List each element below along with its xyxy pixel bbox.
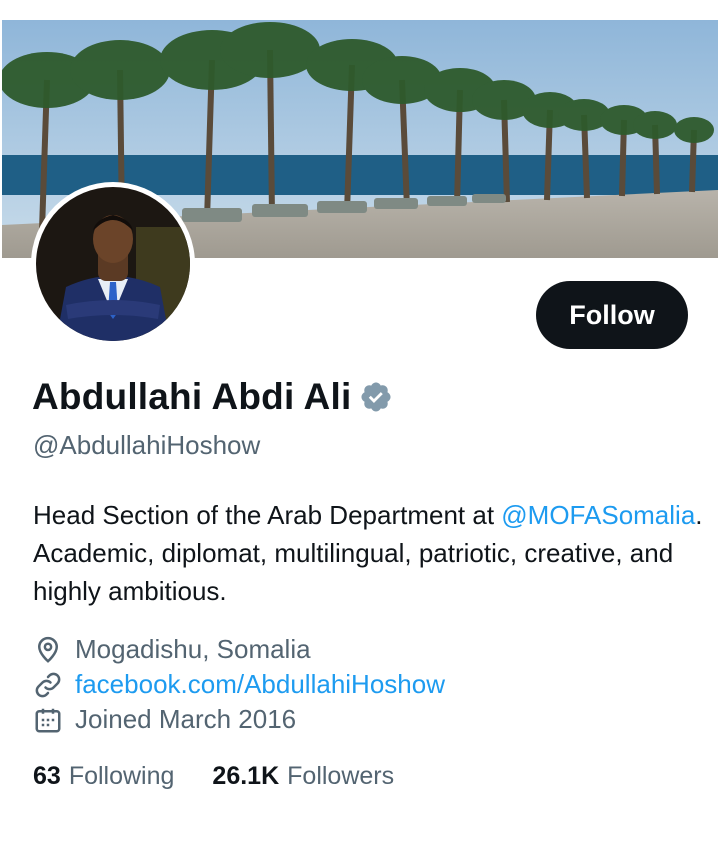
verified-badge-icon[interactable] [359, 380, 393, 414]
display-name: Abdullahi Abdi Ali [32, 376, 352, 417]
website-link[interactable]: facebook.com/AbdullahiHoshow [75, 669, 445, 700]
website-row: facebook.com/AbdullahiHoshow [33, 669, 445, 700]
joined-date: Joined March 2016 [75, 704, 297, 734]
calendar-icon [35, 708, 61, 732]
profile-handle: @AbdullahiHoshow [33, 430, 261, 460]
bio-mention-link[interactable]: @MOFASomalia [501, 500, 695, 530]
follow-button[interactable]: Follow [536, 281, 688, 349]
followers-label: Followers [287, 762, 395, 790]
followers-count: 26.1K [212, 762, 280, 790]
following-count: 63 [33, 762, 61, 790]
profile-avatar[interactable] [31, 182, 195, 346]
followers-link[interactable]: 26.1K Followers [212, 762, 394, 791]
follow-stats: 63 Following 26.1K Followers [33, 762, 432, 791]
location-text: Mogadishu, Somalia [75, 634, 311, 664]
following-label: Following [68, 762, 175, 790]
following-link[interactable]: 63 Following [33, 762, 174, 791]
profile-bio: Head Section of the Arab Department at @… [33, 496, 703, 610]
joined-row: Joined March 2016 [33, 704, 296, 735]
bio-text: Head Section of the Arab Department at [33, 500, 502, 530]
link-icon [35, 672, 61, 697]
location-row: Mogadishu, Somalia [33, 634, 311, 665]
location-pin-icon [37, 636, 59, 663]
name-row: Abdullahi Abdi Ali [32, 376, 393, 418]
